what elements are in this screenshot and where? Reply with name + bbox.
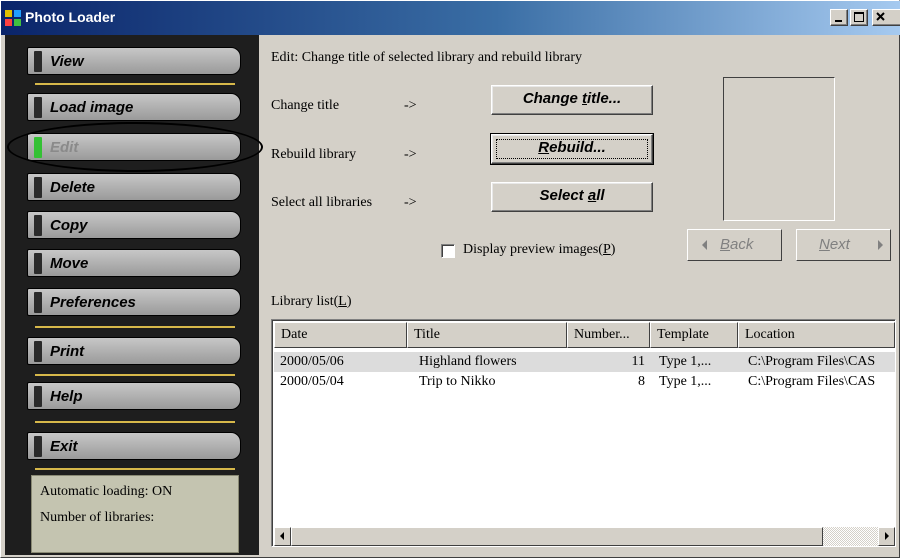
auto-loading-value: ON [151, 484, 173, 499]
status-panel: Automatic loading: ON Number of librarie… [31, 475, 659, 553]
nav-label: Help [50, 388, 83, 405]
right-arrow-icon [878, 240, 883, 250]
change-title-button-label: Change title... [522, 90, 622, 107]
table-row[interactable]: 2000/05/06 Highland flowers 11 Type 1,..… [274, 352, 895, 372]
nav-label: View [50, 53, 84, 70]
nav-label: Exit [50, 438, 78, 455]
cell-number: 8 [638, 374, 645, 389]
rebuild-library-label: Rebuild library [271, 147, 357, 162]
nav-print-button[interactable]: Print [27, 337, 241, 365]
display-preview-checkbox[interactable] [441, 244, 455, 258]
nav-separator [35, 421, 235, 423]
scroll-left-icon [279, 532, 284, 540]
change-title-label: Change title [271, 98, 340, 113]
select-all-button[interactable]: Select all [491, 182, 653, 212]
nav-tab-marker [34, 341, 42, 362]
app-icon [5, 10, 21, 26]
title-bar[interactable]: Photo Loader [1, 1, 900, 35]
nav-tab-marker [34, 386, 42, 407]
nav-tab-marker [34, 436, 42, 457]
nav-separator [35, 468, 235, 470]
nav-tab-marker [34, 97, 42, 118]
nav-tab-marker [34, 215, 42, 236]
back-button[interactable]: Back [687, 229, 782, 261]
focus-rectangle [496, 139, 648, 159]
select-all-button-label: Select all [539, 187, 605, 204]
cell-location: C:\Program Files\CAS [748, 374, 876, 389]
photo-loader-window: Photo Loader View Load image Edit Delete… [0, 0, 900, 558]
cell-template: Type 1,... [659, 354, 712, 369]
nav-label: Print [50, 343, 85, 360]
cell-date: 2000/05/04 [280, 374, 344, 389]
preview-image-box [723, 77, 835, 221]
nav-tab-marker [34, 177, 42, 198]
rebuild-button[interactable]: Rebuild... [490, 133, 654, 165]
cell-location: C:\Program Files\CAS [748, 354, 876, 369]
select-all-label: Select all libraries [271, 195, 373, 210]
cell-title: Highland flowers [419, 354, 517, 369]
cell-number: 11 [631, 354, 645, 369]
nav-preferences-button[interactable]: Preferences [27, 288, 241, 316]
nav-label: Preferences [50, 294, 136, 311]
nav-help-button[interactable]: Help [27, 382, 241, 410]
auto-loading-label: Automatic loading: [40, 484, 149, 499]
close-icon [876, 12, 885, 21]
close-button[interactable] [872, 9, 900, 26]
nav-load-image-button[interactable]: Load image [27, 93, 241, 121]
nav-separator [35, 326, 235, 328]
table-row[interactable]: 2000/05/04 Trip to Nikko 8 Type 1,... C:… [274, 372, 895, 392]
scroll-left-button[interactable] [274, 527, 291, 546]
nav-separator [35, 374, 235, 376]
change-title-arrow: -> [404, 98, 417, 113]
back-button-label: Back [720, 236, 754, 253]
scroll-right-icon [884, 532, 889, 540]
rebuild-library-arrow: -> [404, 147, 417, 162]
nav-separator [35, 83, 235, 85]
column-header-template[interactable]: Template [650, 322, 738, 348]
change-title-button[interactable]: Change title... [491, 85, 653, 115]
cell-date: 2000/05/06 [280, 354, 344, 369]
nav-label: Load image [50, 99, 134, 116]
select-all-arrow: -> [404, 195, 417, 210]
nav-label: Copy [50, 217, 88, 234]
nav-tab-marker [34, 51, 42, 72]
nav-copy-button[interactable]: Copy [27, 211, 241, 239]
column-header-title[interactable]: Title [407, 322, 567, 348]
nav-label: Move [50, 255, 89, 272]
nav-tab-marker [34, 253, 42, 274]
next-button-label: Next [819, 236, 850, 253]
column-header-number[interactable]: Number... [567, 322, 650, 348]
library-list-label: Library list(L) [271, 294, 352, 309]
maximize-button[interactable] [850, 9, 868, 26]
nav-move-button[interactable]: Move [27, 249, 241, 277]
minimize-button[interactable] [830, 9, 848, 26]
library-count-label: Number of libraries: [40, 510, 155, 525]
display-preview-label[interactable]: Display preview images(P) [463, 242, 615, 258]
nav-delete-button[interactable]: Delete [27, 173, 241, 201]
cell-title: Trip to Nikko [419, 374, 496, 389]
edit-heading: Edit: Change title of selected library a… [271, 50, 583, 65]
column-header-location[interactable]: Location [738, 322, 895, 348]
scroll-right-button[interactable] [878, 527, 895, 546]
minimize-icon [835, 20, 842, 22]
scroll-thumb[interactable] [291, 527, 823, 546]
edit-highlight-ellipse [7, 122, 263, 172]
horizontal-scrollbar[interactable] [274, 527, 895, 546]
scroll-track[interactable] [823, 527, 878, 546]
nav-view-button[interactable]: View [27, 47, 241, 75]
nav-tab-marker [34, 292, 42, 313]
nav-exit-button[interactable]: Exit [27, 432, 241, 460]
window-title: Photo Loader [25, 9, 116, 25]
maximize-icon [854, 12, 864, 22]
left-arrow-icon [702, 240, 707, 250]
nav-label: Delete [50, 179, 96, 196]
cell-template: Type 1,... [659, 374, 712, 389]
library-list[interactable]: Date Title Number... Template Location 2… [271, 319, 896, 547]
next-button[interactable]: Next [796, 229, 891, 261]
column-header-date[interactable]: Date [274, 322, 407, 348]
